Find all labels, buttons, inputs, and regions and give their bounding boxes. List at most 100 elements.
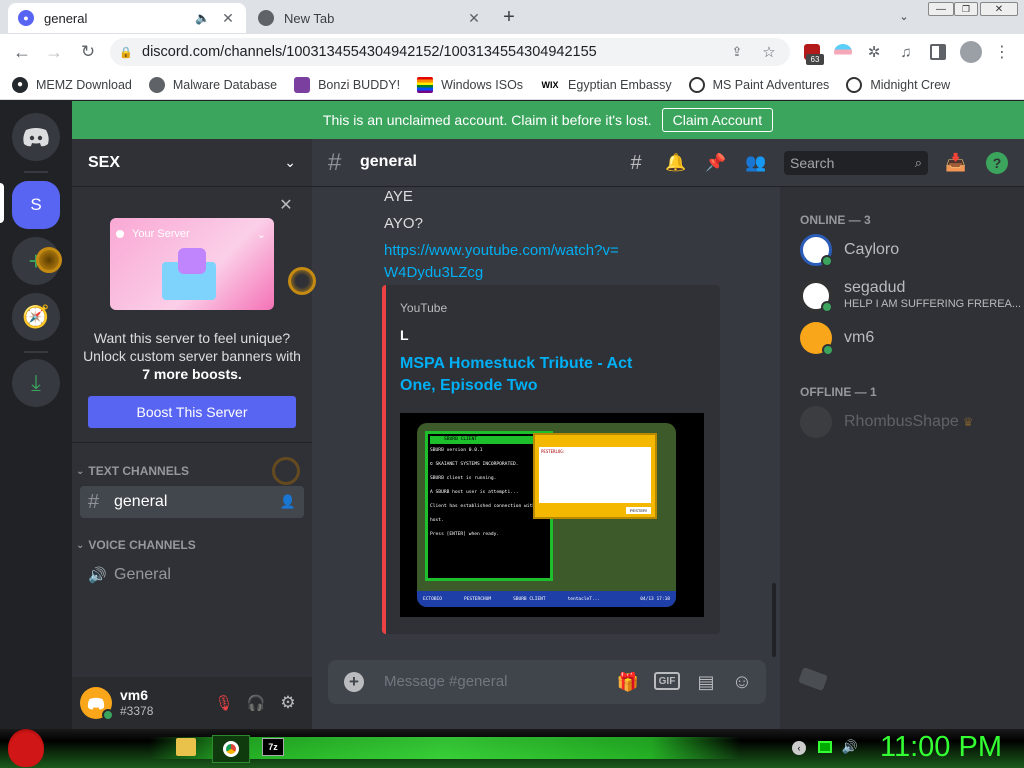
discord-app: S + 🧭 ⤓ This is an unclaimed account. Cl…: [0, 101, 1024, 729]
embed-author[interactable]: L: [400, 327, 409, 343]
explore-compass-icon[interactable]: 🧭: [12, 293, 60, 341]
member-item[interactable]: RhombusShape ♛: [800, 403, 1010, 441]
chevron-down-icon: ⌄: [76, 465, 85, 477]
side-panel-icon[interactable]: [930, 44, 946, 60]
reload-icon[interactable]: ↻: [76, 40, 100, 64]
bookmark-bonzi-buddy[interactable]: Bonzi BUDDY!: [294, 76, 400, 93]
tab-search-chevron-icon[interactable]: ⌄: [896, 8, 912, 24]
bookmark-malware-database[interactable]: Malware Database: [148, 76, 277, 93]
volume-icon[interactable]: 🔊: [842, 739, 858, 755]
embed-title[interactable]: MSPA Homestuck Tribute - Act One, Episod…: [400, 353, 670, 397]
server-header[interactable]: SEX ⌄: [72, 139, 312, 187]
help-icon[interactable]: ?: [986, 152, 1008, 174]
claim-account-button[interactable]: Claim Account: [661, 108, 774, 132]
tab-title: general: [44, 10, 88, 26]
bookmark-memz[interactable]: ● MEMZ Download: [12, 76, 132, 93]
discord-home-icon[interactable]: [12, 113, 60, 161]
share-icon[interactable]: ⇪: [728, 43, 746, 61]
boost-this-server-button[interactable]: Boost This Server: [88, 396, 296, 428]
chrome-taskbar-icon[interactable]: [212, 735, 250, 763]
discord-logo-icon: [87, 697, 105, 709]
close-window-button[interactable]: ✕: [980, 2, 1018, 16]
extension-badge: 63: [806, 54, 824, 65]
tab-new-tab[interactable]: New Tab ✕: [248, 3, 492, 33]
speaker-icon[interactable]: 🔈: [195, 11, 210, 25]
address-bar[interactable]: 🔒 discord.com/channels/10031345543049421…: [110, 38, 790, 66]
bookmark-ms-paint-adventures[interactable]: MS Paint Adventures: [688, 76, 829, 93]
bookmark-midnight-crew[interactable]: Midnight Crew: [846, 76, 950, 93]
bookmark-star-icon[interactable]: ☆: [760, 43, 778, 61]
category-text-channels[interactable]: ⌄ TEXT CHANNELS: [76, 464, 189, 478]
channel-item-general[interactable]: # general 👤: [80, 486, 304, 518]
add-attachment-icon[interactable]: +: [344, 672, 364, 692]
member-list-icon[interactable]: 👥: [744, 151, 768, 175]
selected-pill: [0, 183, 4, 223]
mute-mic-icon[interactable]: 🎙: [208, 694, 240, 712]
kebab-menu-icon[interactable]: ⋮: [994, 42, 1010, 62]
voice-channel-general[interactable]: 🔊 General: [80, 559, 304, 591]
video-thumbnail[interactable]: SBURB CLIENT SBURB version 0.0.1 © SKAIA…: [400, 413, 704, 617]
speaker-icon: 🔊: [88, 567, 107, 584]
message-text: AYO?: [384, 215, 423, 232]
message-composer[interactable]: + Message #general 🎁 GIF ▤ ☺: [328, 660, 766, 704]
scrollbar-thumb[interactable]: [772, 583, 776, 657]
dot-icon: [116, 230, 124, 238]
discord-favicon-icon: ●: [18, 10, 34, 26]
back-arrow-icon[interactable]: ←: [10, 40, 34, 64]
gift-icon[interactable]: 🎁: [616, 670, 640, 694]
headphones-icon[interactable]: 🎧: [240, 694, 272, 712]
download-apps-icon[interactable]: ⤓: [12, 359, 60, 407]
user-tag: #3378: [120, 704, 154, 718]
forward-arrow-icon[interactable]: →: [42, 40, 66, 64]
chrome-favicon-icon: [258, 10, 274, 26]
tab-general[interactable]: ● general 🔈 ✕: [8, 3, 246, 33]
member-list: ONLINE — 3 Cayloro segadud HELP I AM SUF…: [780, 187, 1024, 729]
emoji-icon[interactable]: ☺: [730, 670, 754, 694]
gear-icon[interactable]: ⚙: [272, 693, 304, 713]
close-tab-icon[interactable]: ✕: [466, 10, 482, 26]
member-item[interactable]: vm6: [800, 319, 1010, 357]
category-voice-channels[interactable]: ⌄ VOICE CHANNELS: [76, 538, 196, 552]
globe-icon: [148, 76, 165, 93]
close-icon[interactable]: ✕: [278, 197, 294, 214]
bookmark-egyptian-embassy[interactable]: WIX Egyptian Embassy: [540, 77, 672, 93]
restore-button[interactable]: ❐: [954, 2, 978, 16]
close-tab-icon[interactable]: ✕: [220, 10, 236, 26]
create-invite-icon[interactable]: 👤: [280, 494, 296, 510]
online-status-dot: [102, 709, 114, 721]
taskbar-clock[interactable]: 11:00 PM: [880, 731, 1002, 764]
server-icon-s[interactable]: S: [12, 181, 60, 229]
search-input[interactable]: Search ⌕: [784, 151, 928, 175]
member-item[interactable]: Cayloro: [800, 231, 1010, 269]
threads-icon[interactable]: #: [624, 151, 648, 175]
server-list: S + 🧭 ⤓: [0, 101, 72, 729]
bookmark-windows-isos[interactable]: Windows ISOs: [417, 76, 523, 93]
avatar[interactable]: [80, 687, 114, 721]
folder-icon[interactable]: [176, 738, 196, 756]
inbox-icon[interactable]: 📥: [944, 151, 968, 175]
mspa-icon: [688, 76, 705, 93]
youtube-link[interactable]: https://www.youtube.com/watch?v=W4Dydu3L…: [384, 240, 624, 284]
bell-icon[interactable]: 🔔: [664, 151, 688, 175]
network-icon[interactable]: [818, 741, 832, 753]
cursor-busy-icon: [272, 457, 300, 485]
puzzle-extensions-icon[interactable]: ✲: [864, 42, 884, 62]
gif-icon[interactable]: GIF: [654, 672, 680, 690]
profile-avatar-icon[interactable]: [960, 41, 982, 63]
angry-bird-start-icon[interactable]: [8, 729, 44, 767]
cursor-icon: [798, 667, 828, 691]
boost-card-text: Want this server to feel unique? Unlock …: [83, 330, 301, 382]
member-item[interactable]: segadud HELP I AM SUFFERING FREREA...: [800, 275, 1021, 317]
minimize-button[interactable]: —: [928, 2, 954, 16]
sticker-icon[interactable]: ▤: [694, 670, 718, 694]
flag-extension-icon[interactable]: [834, 44, 852, 60]
media-controls-icon[interactable]: ♫: [896, 42, 916, 62]
chevron-down-icon: ⌄: [76, 539, 85, 551]
pin-icon[interactable]: 📌: [704, 151, 728, 175]
divider: [24, 171, 48, 173]
chevron-tray-icon[interactable]: ‹: [792, 741, 806, 755]
7zip-taskbar-icon[interactable]: 7z: [262, 738, 284, 756]
bookmarks-bar: ● MEMZ Download Malware Database Bonzi BU…: [0, 70, 1024, 100]
member-name: vm6: [844, 329, 875, 346]
new-tab-plus-icon[interactable]: +: [498, 6, 520, 28]
